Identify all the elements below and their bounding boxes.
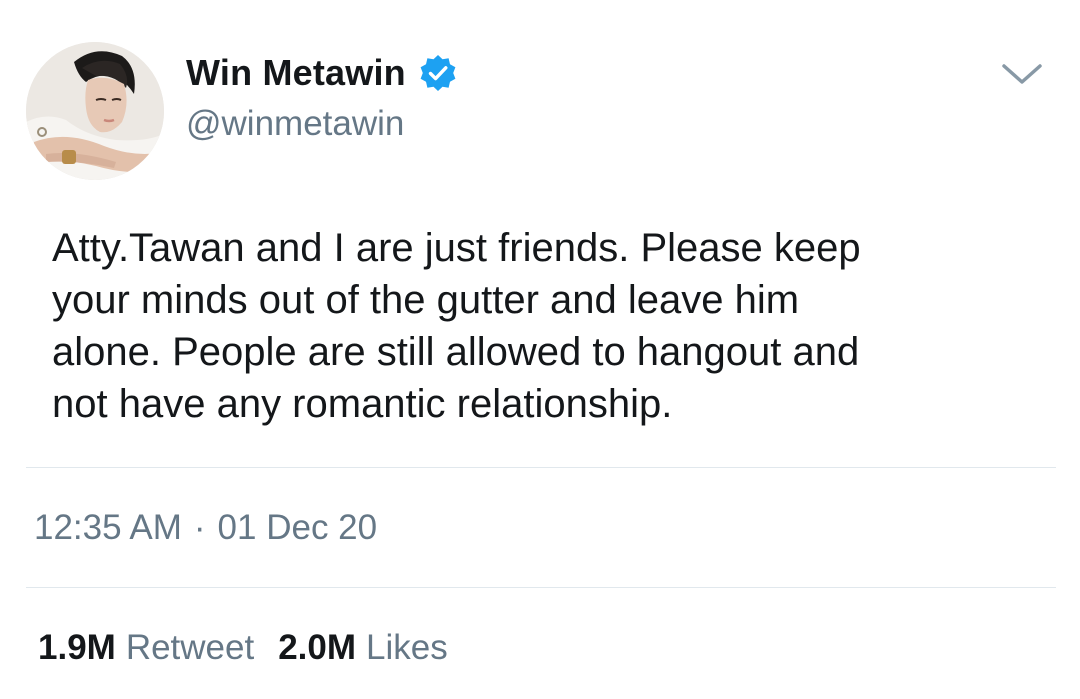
divider (26, 467, 1056, 468)
timestamp-separator: · (193, 508, 206, 547)
author-name-row: Win Metawin (186, 50, 458, 96)
divider (26, 587, 1056, 588)
verified-badge-icon (418, 53, 458, 93)
avatar[interactable] (26, 42, 164, 180)
likes-label: Likes (366, 628, 448, 667)
tweet-time: 12:35 AM (34, 508, 182, 547)
retweet-stat[interactable]: 1.9M Retweet (38, 628, 254, 668)
tweet-text: Atty.Tawan and I are just friends. Pleas… (52, 226, 861, 426)
chevron-down-icon[interactable] (998, 56, 1046, 92)
retweet-count: 1.9M (38, 628, 116, 667)
likes-count: 2.0M (278, 628, 357, 667)
retweet-label: Retweet (125, 628, 255, 667)
likes-stat[interactable]: 2.0M Likes (278, 628, 448, 668)
user-handle[interactable]: @winmetawin (186, 104, 404, 144)
engagement-stats: 1.9M Retweet 2.0M Likes (38, 628, 448, 668)
tweet-date: 01 Dec 20 (217, 508, 378, 547)
tweet-card: Win Metawin @winmetawin Atty.Tawan and I… (0, 0, 1080, 699)
avatar-image (26, 42, 164, 180)
display-name[interactable]: Win Metawin (186, 52, 406, 94)
tweet-timestamp[interactable]: 12:35 AM · 01 Dec 20 (34, 508, 377, 548)
